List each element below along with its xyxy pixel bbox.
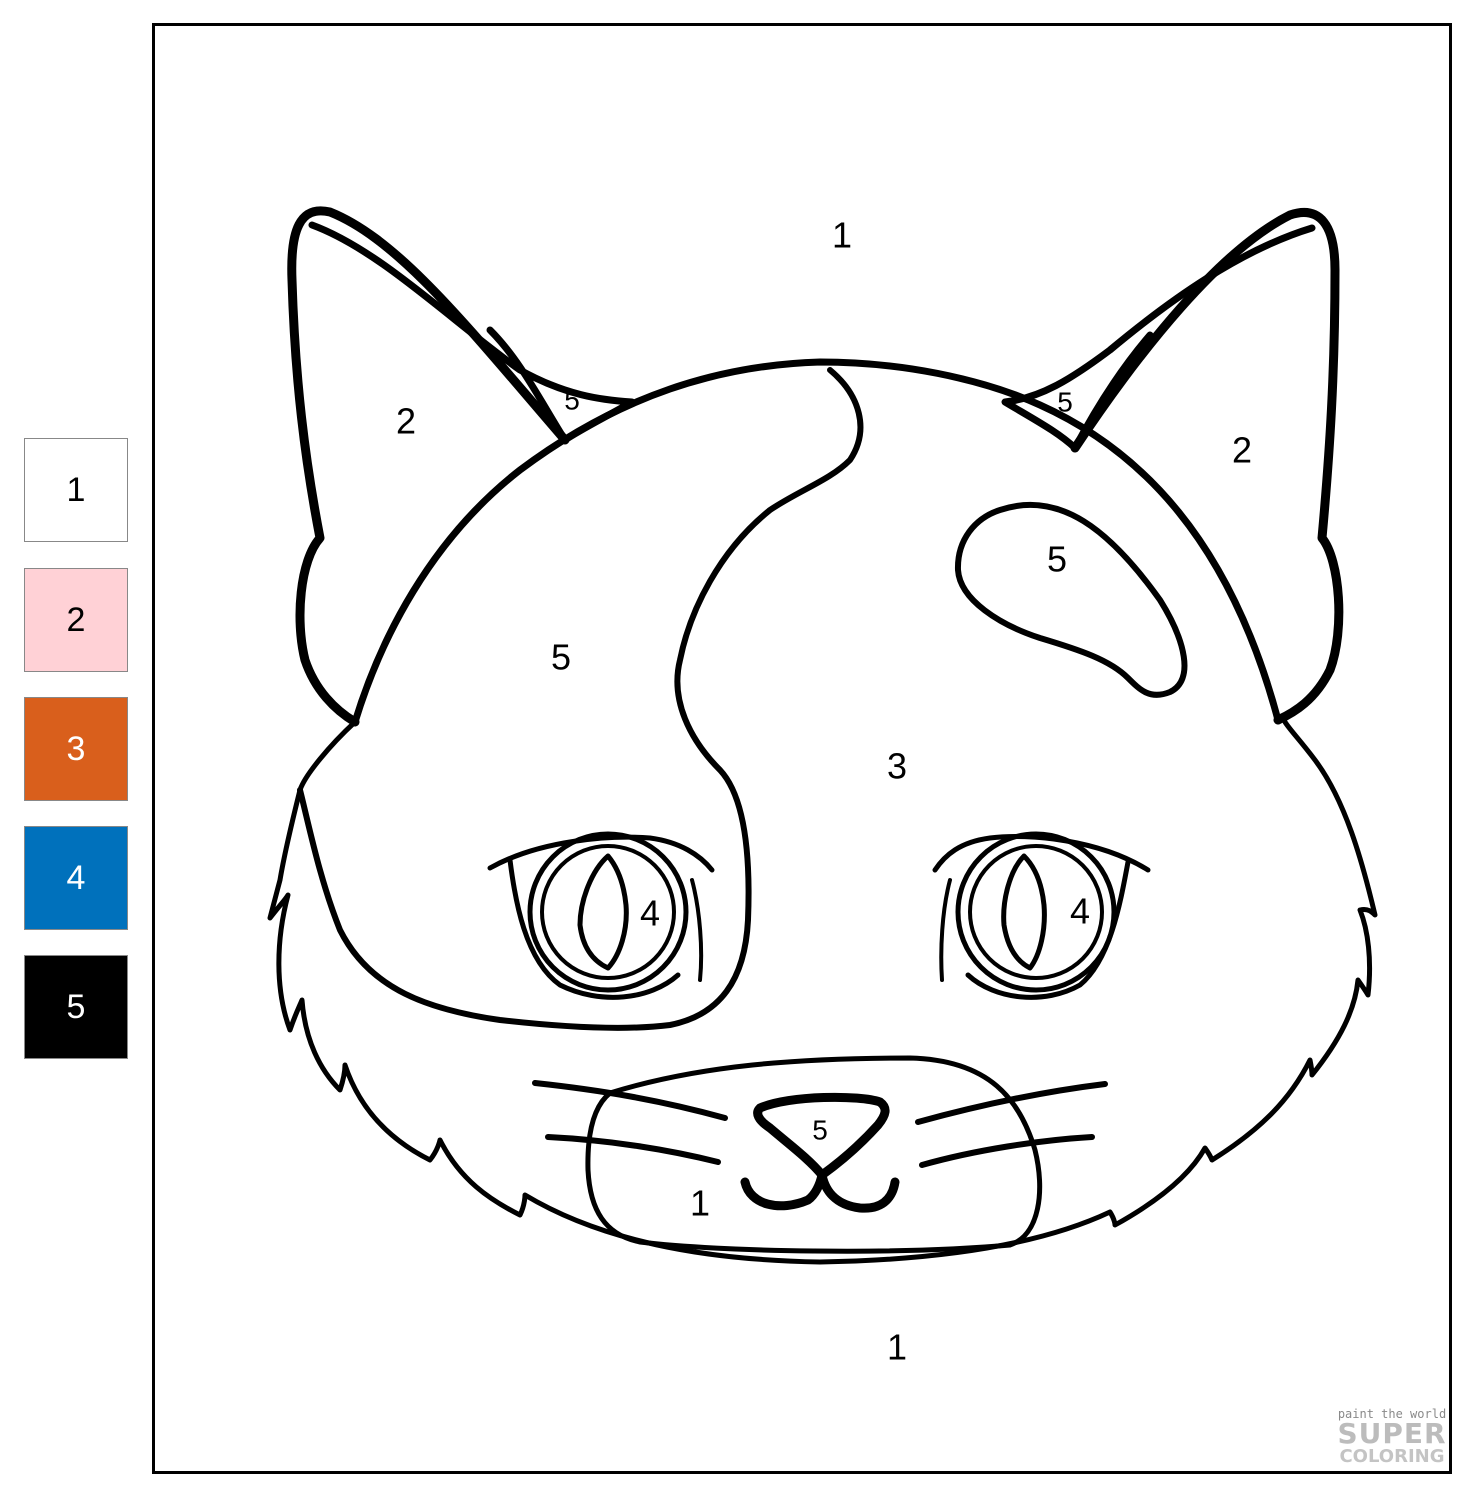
label-right-patch: 5	[1047, 539, 1067, 580]
whisker-left-2[interactable]	[545, 1134, 721, 1165]
label-left-ear-outer: 2	[396, 401, 416, 442]
cat-line-art[interactable]: 1 2 5 5 2 5 5 3 4 4 5 1 1	[0, 0, 1476, 1499]
label-nose: 5	[812, 1114, 828, 1145]
right-patch-outline[interactable]	[954, 501, 1188, 698]
label-background-top: 1	[832, 215, 852, 256]
label-right-eye: 4	[1070, 891, 1090, 932]
left-pupil	[577, 853, 629, 971]
label-right-ear-outer: 2	[1232, 430, 1252, 471]
right-ear-outline[interactable]	[1070, 208, 1344, 725]
label-right-ear-inner: 5	[1057, 386, 1073, 417]
label-left-eye: 4	[640, 893, 660, 934]
label-muzzle: 1	[690, 1183, 710, 1224]
super-coloring-watermark: paint the world SUPER COLORING	[1334, 1408, 1450, 1466]
watermark-line1: SUPER	[1337, 1417, 1447, 1450]
mouth-outline[interactable]	[740, 1170, 900, 1213]
label-face: 3	[887, 746, 907, 787]
label-background-bottom: 1	[887, 1327, 907, 1368]
whisker-right-2[interactable]	[919, 1134, 1095, 1168]
right-pupil	[1001, 853, 1047, 971]
watermark-line2: COLORING	[1339, 1446, 1445, 1467]
label-left-patch: 5	[551, 637, 571, 678]
right-eye[interactable]	[932, 831, 1151, 1000]
left-eye[interactable]	[487, 831, 715, 1000]
head-top-outline[interactable]	[351, 358, 1282, 726]
left-ear-inner-outline[interactable]	[308, 221, 636, 444]
label-left-ear-inner: 5	[564, 384, 580, 415]
